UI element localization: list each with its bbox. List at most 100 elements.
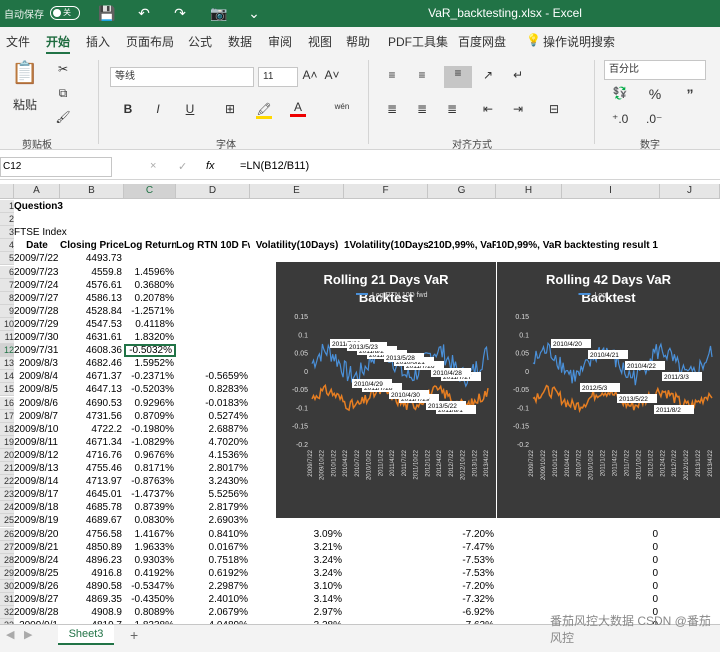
- cell[interactable]: 4722.2: [60, 423, 124, 436]
- cell[interactable]: 0.6192%: [176, 567, 250, 580]
- decrease-decimal-icon[interactable]: .0⁻: [646, 112, 662, 126]
- cell[interactable]: 4576.61: [60, 279, 124, 292]
- row-header[interactable]: 27: [0, 540, 14, 554]
- menu-page-layout[interactable]: 页面布局: [126, 33, 174, 50]
- cell[interactable]: 4493.73: [60, 252, 124, 265]
- menu-pdf-tools[interactable]: PDF工具集: [388, 33, 448, 50]
- cell[interactable]: 2.0679%: [176, 606, 250, 619]
- cell[interactable]: 10D,99%, VaR2: [496, 239, 562, 252]
- cell[interactable]: 2009/8/28: [14, 606, 60, 619]
- column-header-i[interactable]: I: [562, 184, 660, 199]
- cell[interactable]: 2009/8/27: [14, 593, 60, 606]
- cell[interactable]: -0.0183%: [176, 397, 250, 410]
- cell[interactable]: 0.8283%: [176, 383, 250, 396]
- cell[interactable]: 2009/7/27: [14, 292, 60, 305]
- cell[interactable]: -0.5032%: [124, 344, 176, 358]
- cell[interactable]: Log RTN 10D Fwd: [176, 239, 250, 252]
- cell[interactable]: Log Return: [124, 239, 176, 252]
- font-color-button[interactable]: A: [290, 100, 306, 117]
- row-header[interactable]: 28: [0, 553, 14, 567]
- cell[interactable]: 4671.34: [60, 436, 124, 449]
- row-header[interactable]: 32: [0, 606, 14, 620]
- format-painter-icon[interactable]: 🖌: [54, 110, 72, 124]
- cell[interactable]: -1.0829%: [124, 436, 176, 449]
- cell[interactable]: 2009/7/29: [14, 318, 60, 331]
- cell[interactable]: 0.4192%: [124, 567, 176, 580]
- menu-baidu-disk[interactable]: 百度网盘: [458, 33, 506, 50]
- font-name-select[interactable]: 等线: [110, 67, 254, 87]
- enter-button[interactable]: ✓: [178, 160, 187, 173]
- column-header-d[interactable]: D: [176, 184, 250, 199]
- font-size-select[interactable]: 11: [258, 67, 298, 87]
- cell[interactable]: 4559.8: [60, 266, 124, 279]
- cell[interactable]: -0.5203%: [124, 383, 176, 396]
- cell[interactable]: 3.10%: [250, 580, 344, 593]
- column-header-c[interactable]: C: [124, 184, 176, 199]
- cancel-button[interactable]: ×: [150, 160, 156, 172]
- row-header[interactable]: 19: [0, 435, 14, 449]
- cell[interactable]: -0.5347%: [124, 580, 176, 593]
- cell[interactable]: 2.6903%: [176, 514, 250, 527]
- cell[interactable]: 0.8410%: [176, 528, 250, 541]
- cell[interactable]: 4645.01: [60, 488, 124, 501]
- cell[interactable]: 0.2078%: [124, 292, 176, 305]
- cell[interactable]: 0: [562, 580, 660, 593]
- select-all-corner[interactable]: [0, 184, 14, 199]
- cell[interactable]: 4671.37: [60, 370, 124, 383]
- menu-review[interactable]: 审阅: [268, 33, 292, 50]
- cell[interactable]: 2.6887%: [176, 423, 250, 436]
- paste-icon[interactable]: 📋: [10, 60, 40, 90]
- cell[interactable]: 0.0830%: [124, 514, 176, 527]
- cell[interactable]: 0: [562, 554, 660, 567]
- row-header[interactable]: 25: [0, 514, 14, 528]
- cell[interactable]: 4890.58: [60, 580, 124, 593]
- cell[interactable]: 0.9303%: [124, 554, 176, 567]
- cell[interactable]: 4896.23: [60, 554, 124, 567]
- insert-function-button[interactable]: fx: [206, 160, 215, 172]
- cell[interactable]: 0.5274%: [176, 410, 250, 423]
- row-header[interactable]: 31: [0, 593, 14, 607]
- cell[interactable]: 2009/7/24: [14, 279, 60, 292]
- borders-icon[interactable]: ⊞: [222, 102, 238, 116]
- cell[interactable]: 2009/8/4: [14, 370, 60, 383]
- cell[interactable]: 4756.58: [60, 528, 124, 541]
- cell[interactable]: -7.32%: [428, 593, 496, 606]
- name-box[interactable]: C12: [0, 157, 112, 177]
- cell[interactable]: -0.4350%: [124, 593, 176, 606]
- cell[interactable]: backtesting result 1: [562, 239, 660, 252]
- cell[interactable]: 4916.8: [60, 567, 124, 580]
- cell[interactable]: 2009/7/22: [14, 252, 60, 265]
- row-header[interactable]: 4: [0, 239, 14, 253]
- cell[interactable]: 4631.61: [60, 331, 124, 344]
- cell[interactable]: 4528.84: [60, 305, 124, 318]
- menu-formulas[interactable]: 公式: [188, 33, 212, 50]
- cell[interactable]: 2009/8/7: [14, 410, 60, 423]
- row-header[interactable]: 20: [0, 448, 14, 462]
- row-header[interactable]: 6: [0, 265, 14, 279]
- cut-icon[interactable]: ✂: [54, 62, 72, 76]
- scroll-left-icon[interactable]: ◀: [6, 628, 14, 641]
- cell[interactable]: 3.2430%: [176, 475, 250, 488]
- cell[interactable]: 2009/7/23: [14, 266, 60, 279]
- cell[interactable]: 0.8089%: [124, 606, 176, 619]
- grow-font-button[interactable]: A˄: [302, 68, 318, 82]
- row-header[interactable]: 18: [0, 422, 14, 436]
- row-header[interactable]: 3: [0, 226, 14, 240]
- cell[interactable]: 0.4118%: [124, 318, 176, 331]
- cell[interactable]: 2.8017%: [176, 462, 250, 475]
- row-header[interactable]: 13: [0, 357, 14, 371]
- cell[interactable]: -7.20%: [428, 580, 496, 593]
- cell[interactable]: 2.97%: [250, 606, 344, 619]
- cell[interactable]: -0.5659%: [176, 370, 250, 383]
- cell[interactable]: 4869.35: [60, 593, 124, 606]
- cell[interactable]: 4547.53: [60, 318, 124, 331]
- row-header[interactable]: 7: [0, 278, 14, 292]
- cell[interactable]: 0: [562, 541, 660, 554]
- merge-center-icon[interactable]: ⊟: [546, 102, 562, 116]
- wrap-text-icon[interactable]: ↵: [510, 68, 526, 82]
- cell[interactable]: 2.2987%: [176, 580, 250, 593]
- italic-button[interactable]: I: [150, 102, 166, 116]
- cell[interactable]: 0: [562, 567, 660, 580]
- row-header[interactable]: 9: [0, 304, 14, 318]
- cell[interactable]: 4689.67: [60, 514, 124, 527]
